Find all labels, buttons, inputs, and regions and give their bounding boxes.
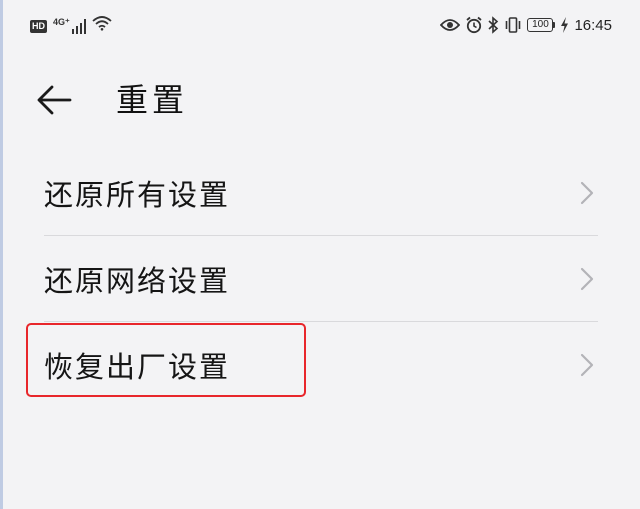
eye-icon (440, 18, 461, 32)
battery-level: 100 (527, 18, 554, 32)
list-item-label: 还原所有设置 (44, 177, 231, 212)
status-time: 16:45 (574, 16, 612, 34)
chevron-right-icon (580, 181, 594, 205)
alarm-icon (465, 16, 483, 34)
wifi-icon (92, 15, 112, 35)
list-item-reset-all-settings[interactable]: 还原所有设置 (44, 150, 598, 236)
chevron-right-icon (580, 353, 594, 377)
bluetooth-icon (488, 16, 499, 34)
status-bar-right: 100 16:45 (440, 13, 612, 37)
hd-badge: HD (30, 20, 47, 33)
page-title: 重置 (116, 81, 189, 119)
page-header: 重置 (0, 66, 640, 136)
status-bar: HD 4G⁺ 100 16:45 (0, 0, 640, 48)
battery-tip (553, 22, 556, 28)
list-item-reset-network-settings[interactable]: 还原网络设置 (44, 236, 598, 322)
list-item-factory-reset[interactable]: 恢复出厂设置 (44, 322, 598, 407)
status-bar-left: HD 4G⁺ (30, 14, 112, 36)
vibrate-icon (504, 16, 522, 34)
signal-icon (71, 18, 86, 34)
back-button[interactable] (36, 80, 88, 124)
network-type: 4G⁺ (53, 17, 70, 27)
list-item-label: 恢复出厂设置 (44, 349, 231, 384)
back-arrow-icon (36, 85, 72, 119)
settings-list: 还原所有设置 还原网络设置 恢复出厂设置 (44, 150, 598, 407)
charging-icon (560, 17, 569, 33)
battery-indicator: 100 (527, 18, 556, 32)
chevron-right-icon (580, 267, 594, 291)
list-item-label: 还原网络设置 (44, 263, 231, 298)
